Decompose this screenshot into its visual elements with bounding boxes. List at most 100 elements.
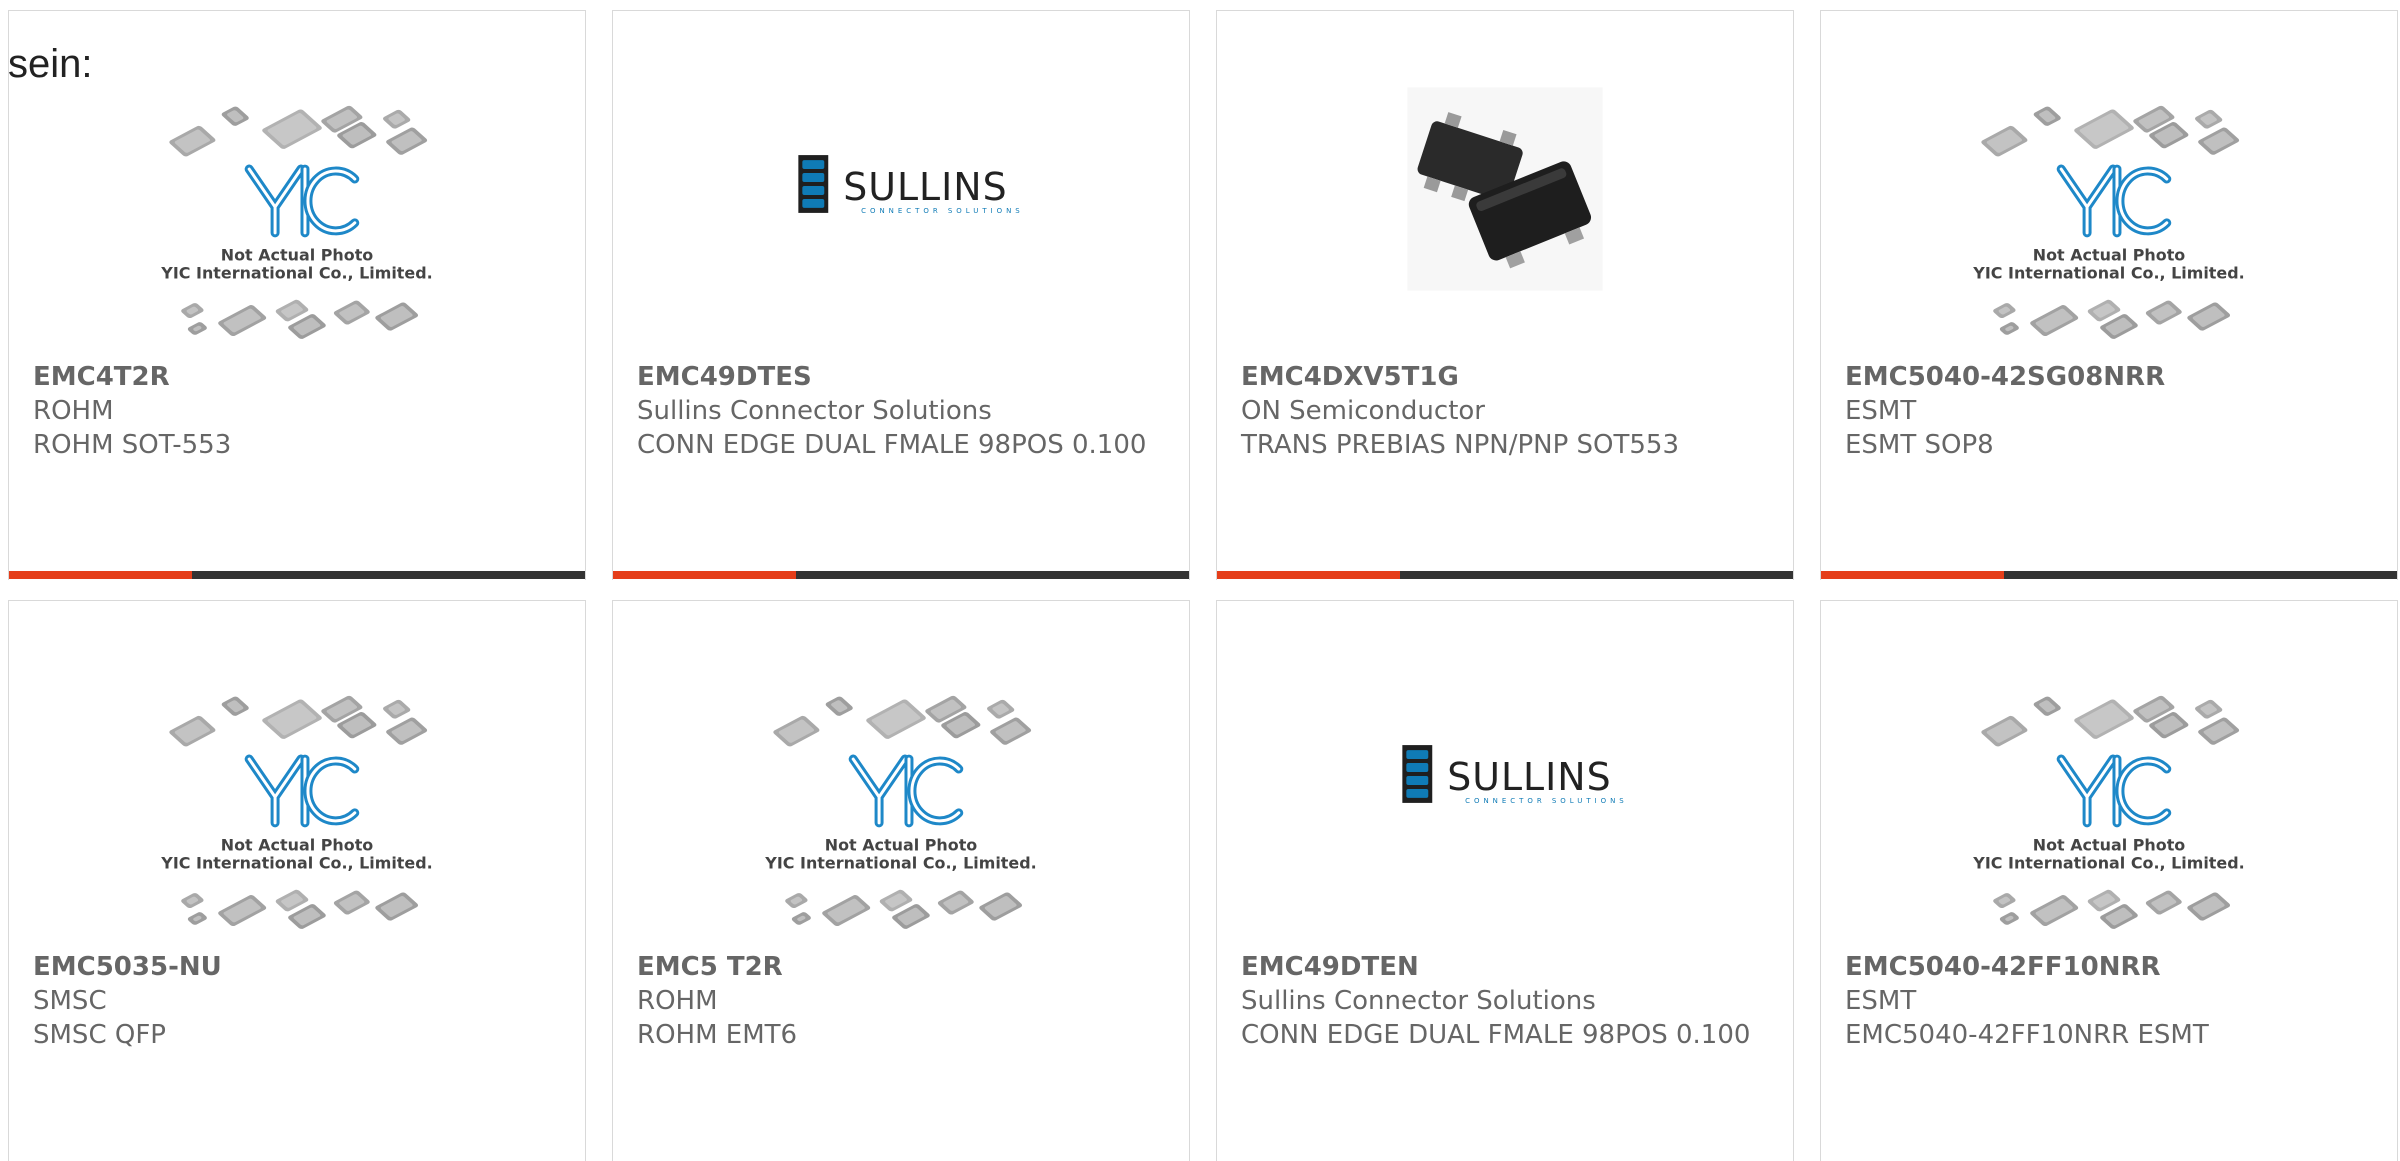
chip-shape <box>386 717 428 745</box>
chip-shape <box>181 893 204 909</box>
chip-shape <box>2030 305 2079 336</box>
product-part-number[interactable]: EMC5040-42SG08NRR <box>1845 360 2377 394</box>
not-actual-photo-label: Not Actual Photo <box>2033 836 2186 855</box>
sullins-logo: SULLINSCONNECTOR SOLUTIONS <box>798 155 1020 215</box>
yic-company-label: YIC International Co., Limited. <box>1972 854 2244 873</box>
product-manufacturer: ESMT <box>1845 396 1917 426</box>
product-image[interactable]: Not Actual Photo YIC International Co., L… <box>1821 11 2397 356</box>
yic-logo <box>848 754 964 828</box>
product-card[interactable]: Not Actual Photo YIC International Co., L… <box>8 10 586 580</box>
product-image[interactable]: Not Actual Photo YIC International Co., L… <box>613 601 1189 946</box>
product-image-graphic: Not Actual PhotoYIC International Co., L… <box>1972 695 2245 929</box>
chip-shape <box>1993 893 2016 909</box>
product-image-graphic <box>1407 87 1603 291</box>
not-actual-photo-label: Not Actual Photo <box>825 836 978 855</box>
product-description: SMSC QFP <box>33 1020 166 1050</box>
product-image[interactable]: Not Actual Photo YIC International Co., L… <box>9 11 585 356</box>
product-part-number[interactable]: EMC49DTES <box>637 360 1169 394</box>
card-accent-segment <box>9 571 192 579</box>
product-description: CONN EDGE DUAL FMALE 98POS 0.100 <box>1241 1020 1751 1050</box>
product-manufacturer: SMSC <box>33 986 107 1016</box>
chip-shape <box>2195 109 2223 129</box>
product-image[interactable]: Not Actual Photo YIC International Co., L… <box>9 601 585 946</box>
chip-shape <box>2187 302 2231 331</box>
yic-placeholder-image: Not Actual PhotoYIC International Co., L… <box>160 695 433 929</box>
product-info: EMC49DTES Sullins Connector Solutions CONN… <box>637 360 1169 462</box>
chip-shape <box>937 890 974 915</box>
product-part-number[interactable]: EMC5035-NU <box>33 950 565 984</box>
yic-placeholder-image: Not Actual PhotoYIC International Co., L… <box>1972 695 2245 929</box>
chip-shape <box>187 912 207 925</box>
chip-shape <box>1981 715 2028 747</box>
sullins-logo-subtext: CONNECTOR SOLUTIONS <box>1465 797 1628 805</box>
product-image-graphic: SULLINSCONNECTOR SOLUTIONS <box>1402 745 1628 805</box>
not-actual-photo-label: Not Actual Photo <box>221 836 374 855</box>
chip-shape <box>2195 699 2223 719</box>
product-part-number[interactable]: EMC4T2R <box>33 360 565 394</box>
product-image[interactable]: SULLINS CONNECTOR SOLUTIONS <box>613 11 1189 356</box>
product-image[interactable]: Not Actual Photo YIC International Co., L… <box>1821 601 2397 946</box>
product-info: EMC4DXV5T1G ON Semiconductor TRANS PREBIAS… <box>1241 360 1773 462</box>
product-image[interactable]: SULLINS CONNECTOR SOLUTIONS <box>1217 601 1793 946</box>
chip-shape <box>169 125 216 157</box>
chip-shape <box>1981 125 2028 157</box>
product-description: ROHM EMT6 <box>637 1020 798 1050</box>
sullins-logo-text: SULLINS <box>1447 755 1611 799</box>
chip-shape <box>825 696 853 716</box>
chip-shape <box>2145 300 2182 325</box>
product-description: CONN EDGE DUAL FMALE 98POS 0.100 <box>637 430 1147 460</box>
chip-shape <box>221 106 249 126</box>
yic-placeholder-image: Not Actual PhotoYIC International Co., L… <box>1972 105 2245 339</box>
product-card[interactable]: Not Actual Photo YIC International Co., L… <box>612 600 1190 1161</box>
sullins-logo: SULLINSCONNECTOR SOLUTIONS <box>1402 745 1628 805</box>
chip-shape <box>383 699 411 719</box>
product-manufacturer: ESMT <box>1845 986 1917 1016</box>
card-accent-segment <box>1217 571 1400 579</box>
chip-shape <box>333 300 370 325</box>
product-manufacturer: Sullins Connector Solutions <box>637 396 992 426</box>
product-description: ESMT SOP8 <box>1845 430 1994 460</box>
yic-company-label: YIC International Co., Limited. <box>764 854 1036 873</box>
card-bottom-bar <box>9 571 585 579</box>
product-manufacturer: ON Semiconductor <box>1241 396 1485 426</box>
product-part-number[interactable]: EMC5040-42FF10NRR <box>1845 950 2377 984</box>
product-image[interactable] <box>1217 11 1793 356</box>
card-bottom-bar <box>613 571 1189 579</box>
yic-logo <box>2056 754 2172 828</box>
chip-shape <box>773 715 820 747</box>
product-card[interactable]: Not Actual Photo YIC International Co., L… <box>1820 10 2398 580</box>
chip-shape <box>386 127 428 155</box>
heading-fragment: sein: <box>8 42 93 86</box>
product-card[interactable]: Not Actual Photo YIC International Co., L… <box>8 600 586 1161</box>
product-image-graphic: SULLINSCONNECTOR SOLUTIONS <box>798 155 1020 215</box>
product-part-number[interactable]: EMC5 T2R <box>637 950 1169 984</box>
chip-shape <box>979 892 1023 921</box>
chip-shape <box>2187 892 2231 921</box>
yic-logo <box>244 754 360 828</box>
chip-shape <box>2033 696 2061 716</box>
chip-shape <box>262 699 322 739</box>
chip-shape <box>990 717 1032 745</box>
product-card[interactable]: EMC4DXV5T1G ON Semiconductor TRANS PREBIAS… <box>1216 10 1794 580</box>
chip-shape <box>1999 912 2019 925</box>
card-accent-segment <box>613 571 796 579</box>
product-part-number[interactable]: EMC4DXV5T1G <box>1241 360 1773 394</box>
product-part-number[interactable]: EMC49DTEN <box>1241 950 1773 984</box>
chip-shape <box>2074 699 2134 739</box>
chip-shape <box>822 895 871 926</box>
chip-shape <box>187 322 207 335</box>
product-card[interactable]: SULLINS CONNECTOR SOLUTIONS EMC49DTES Sulli… <box>612 10 1190 580</box>
chip-shape <box>221 696 249 716</box>
not-actual-photo-label: Not Actual Photo <box>2033 246 2186 265</box>
product-card[interactable]: Not Actual Photo YIC International Co., L… <box>1820 600 2398 1161</box>
product-manufacturer: ROHM <box>33 396 114 426</box>
chip-shape <box>866 699 926 739</box>
card-accent-segment <box>1821 571 2004 579</box>
chip-shape <box>2145 890 2182 915</box>
product-info: EMC4T2R ROHM ROHM SOT-553 <box>33 360 565 462</box>
product-manufacturer: ROHM <box>637 986 718 1016</box>
yic-company-label: YIC International Co., Limited. <box>160 854 432 873</box>
chip-shape <box>333 890 370 915</box>
product-card[interactable]: SULLINS CONNECTOR SOLUTIONS EMC49DTEN Sulli… <box>1216 600 1794 1161</box>
sullins-logo-text: SULLINS <box>843 165 1007 209</box>
